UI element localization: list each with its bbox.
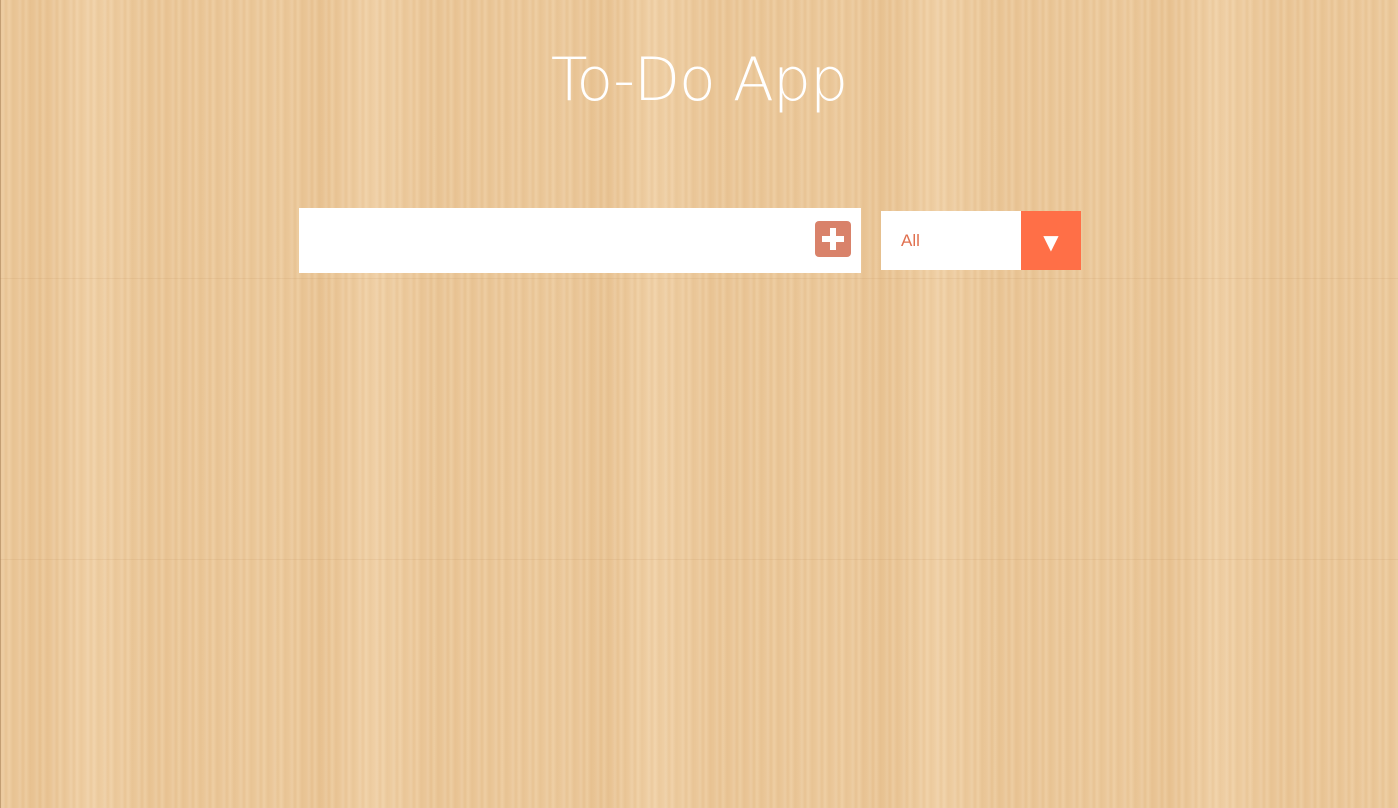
todo-form [299,208,861,273]
add-todo-button[interactable] [815,221,851,257]
filter-selected-value: All [901,231,920,250]
todo-input[interactable] [299,208,799,273]
wood-seam [0,559,1398,560]
page-edge [0,0,1,808]
page-title: To-Do App [550,45,848,115]
plus-square-icon [822,228,844,250]
filter-select[interactable]: All ▼ [881,211,1081,270]
chevron-down-icon[interactable]: ▼ [1021,211,1081,270]
wood-seam [0,278,1398,279]
